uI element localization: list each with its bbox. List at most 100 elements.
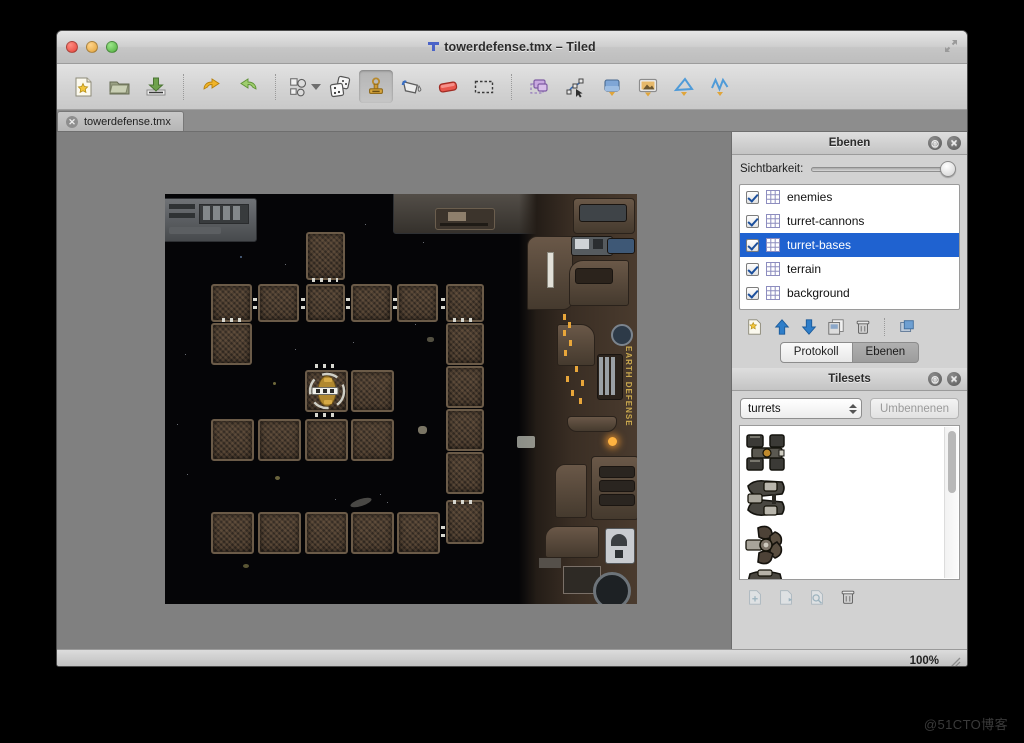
layer-visibility-checkbox[interactable] bbox=[746, 262, 759, 276]
duplicate-layer-button[interactable] bbox=[825, 316, 847, 338]
station-detail bbox=[611, 534, 627, 546]
fullscreen-arrows-icon[interactable] bbox=[941, 36, 961, 56]
edit-tileset-button[interactable] bbox=[806, 586, 828, 608]
path-tile[interactable] bbox=[305, 512, 348, 554]
path-tile[interactable] bbox=[211, 419, 254, 461]
path-tile[interactable] bbox=[258, 419, 301, 461]
station-panel bbox=[545, 526, 599, 558]
layers-panel-header-buttons: ◎ ✕ bbox=[928, 136, 961, 150]
new-layer-button[interactable] bbox=[744, 316, 766, 338]
document-tab-label: towerdefense.tmx bbox=[84, 115, 171, 128]
undock-icon[interactable]: ◎ bbox=[928, 136, 942, 150]
stamp-brush-dropdown-button[interactable] bbox=[287, 70, 321, 103]
stamp-tool-button[interactable] bbox=[359, 70, 393, 103]
tab-ebenen[interactable]: Ebenen bbox=[852, 342, 920, 363]
slider-knob[interactable] bbox=[940, 161, 956, 177]
structure-detail bbox=[223, 206, 230, 220]
path-tile[interactable] bbox=[351, 370, 394, 412]
close-icon[interactable]: ✕ bbox=[66, 115, 78, 128]
lower-layer-button[interactable] bbox=[798, 316, 820, 338]
layer-properties-button[interactable] bbox=[896, 316, 918, 338]
path-tile[interactable] bbox=[446, 409, 484, 451]
placed-turret-sprite[interactable] bbox=[304, 368, 350, 414]
path-tile[interactable] bbox=[351, 512, 394, 554]
turret-tile-2[interactable] bbox=[744, 476, 790, 522]
layer-visibility-checkbox[interactable] bbox=[746, 214, 759, 228]
raise-layer-button[interactable] bbox=[771, 316, 793, 338]
path-tile[interactable] bbox=[258, 284, 299, 322]
path-tile[interactable] bbox=[351, 284, 392, 322]
path-tile[interactable] bbox=[446, 366, 484, 408]
new-tileset-button[interactable] bbox=[744, 586, 766, 608]
path-tile[interactable] bbox=[397, 284, 438, 322]
insert-polygon-button[interactable] bbox=[667, 70, 701, 103]
path-tile[interactable] bbox=[397, 512, 440, 554]
structure-detail bbox=[233, 206, 240, 220]
insert-image-button[interactable] bbox=[631, 70, 665, 103]
path-tile[interactable] bbox=[211, 512, 254, 554]
undock-icon[interactable]: ◎ bbox=[928, 372, 942, 386]
layer-visibility-checkbox[interactable] bbox=[746, 190, 759, 204]
new-map-button[interactable] bbox=[67, 70, 101, 103]
layer-row-turret-cannons[interactable]: turret-cannons bbox=[740, 209, 959, 233]
path-tile[interactable] bbox=[446, 500, 484, 544]
insert-tile-button[interactable] bbox=[595, 70, 629, 103]
turret-tile-3[interactable] bbox=[744, 522, 790, 568]
visibility-label: Sichtbarkeit: bbox=[740, 163, 804, 175]
rename-tileset-button[interactable]: Umbennenen bbox=[869, 398, 959, 419]
open-file-button[interactable] bbox=[103, 70, 137, 103]
path-tile[interactable] bbox=[306, 232, 345, 280]
layer-list[interactable]: enemies turret-cannons turret-bases terr… bbox=[739, 184, 960, 310]
map-canvas-area[interactable]: EARTH DEFENSE bbox=[57, 132, 732, 649]
turret-tile-4[interactable] bbox=[744, 568, 790, 579]
select-objects-button[interactable] bbox=[523, 70, 557, 103]
path-tile[interactable] bbox=[446, 452, 484, 494]
path-tile[interactable] bbox=[258, 512, 301, 554]
remove-tileset-button[interactable] bbox=[837, 586, 859, 608]
tileset-scrollbar[interactable] bbox=[944, 427, 958, 578]
star bbox=[387, 502, 388, 503]
tiled-application-window: towerdefense.tmx – Tiled ✕ towerdefense.… bbox=[56, 30, 968, 667]
delete-layer-button[interactable] bbox=[852, 316, 874, 338]
spinner-arrows-icon[interactable] bbox=[848, 403, 857, 414]
layer-row-terrain[interactable]: terrain bbox=[740, 257, 959, 281]
structure-detail bbox=[169, 213, 195, 218]
path-tile[interactable] bbox=[306, 284, 345, 322]
layer-visibility-checkbox[interactable] bbox=[746, 238, 759, 252]
random-mode-button[interactable] bbox=[323, 70, 357, 103]
insert-polyline-button[interactable] bbox=[703, 70, 737, 103]
star bbox=[380, 494, 381, 495]
layer-row-background[interactable]: background bbox=[740, 281, 959, 305]
path-tile[interactable] bbox=[305, 419, 348, 461]
turret-tile-1[interactable] bbox=[744, 430, 790, 476]
edit-polygon-button[interactable] bbox=[559, 70, 593, 103]
eraser-tool-button[interactable] bbox=[431, 70, 465, 103]
undo-button[interactable] bbox=[195, 70, 229, 103]
asteroid bbox=[275, 476, 280, 480]
resize-grip-icon[interactable] bbox=[947, 654, 961, 668]
opacity-slider[interactable] bbox=[811, 161, 956, 177]
map-viewport[interactable]: EARTH DEFENSE bbox=[165, 194, 637, 604]
tileset-tile-view[interactable] bbox=[739, 425, 960, 580]
close-icon[interactable]: ✕ bbox=[947, 136, 961, 150]
path-tile[interactable] bbox=[446, 284, 484, 322]
path-tile[interactable] bbox=[211, 323, 252, 365]
close-icon[interactable]: ✕ bbox=[947, 372, 961, 386]
redo-button[interactable] bbox=[231, 70, 265, 103]
layer-row-turret-bases[interactable]: turret-bases bbox=[740, 233, 959, 257]
import-tileset-button[interactable] bbox=[775, 586, 797, 608]
layer-row-enemies[interactable]: enemies bbox=[740, 185, 959, 209]
tileset-select[interactable]: turrets bbox=[740, 398, 862, 419]
path-tile[interactable] bbox=[351, 419, 394, 461]
layer-visibility-checkbox[interactable] bbox=[746, 286, 759, 300]
select-rectangle-button[interactable] bbox=[467, 70, 501, 103]
path-tile[interactable] bbox=[446, 323, 484, 365]
chevron-down-icon[interactable] bbox=[311, 83, 321, 90]
tab-protokoll[interactable]: Protokoll bbox=[779, 342, 853, 363]
scrollbar-thumb[interactable] bbox=[948, 431, 956, 493]
save-file-button[interactable] bbox=[139, 70, 173, 103]
fill-tool-button[interactable] bbox=[395, 70, 429, 103]
station-light bbox=[569, 340, 572, 346]
document-tab-towerdefense[interactable]: ✕ towerdefense.tmx bbox=[57, 111, 184, 131]
path-tile[interactable] bbox=[211, 284, 252, 322]
